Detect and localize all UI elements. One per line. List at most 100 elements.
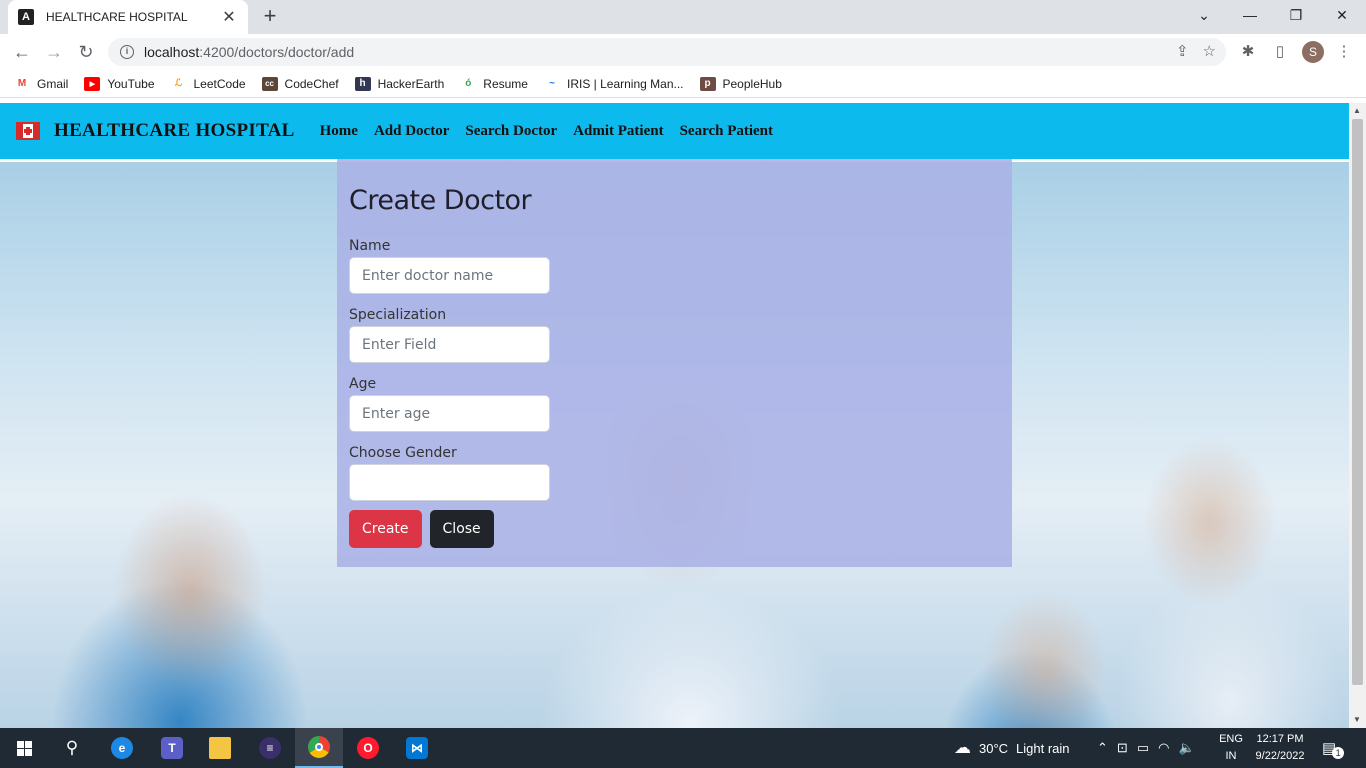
- url-path: :4200/doctors/doctor/add: [199, 44, 355, 60]
- name-label: Name: [349, 238, 391, 254]
- codechef-icon: cc: [261, 76, 278, 91]
- url-host: localhost: [144, 44, 200, 60]
- bookmark-label: Resume: [483, 76, 528, 91]
- bookmark-codechef[interactable]: cc CodeChef: [261, 76, 339, 91]
- close-button[interactable]: Close: [429, 510, 494, 548]
- scroll-thumb[interactable]: [1352, 119, 1363, 685]
- menu-icon[interactable]: ⋮: [1334, 42, 1354, 62]
- browser-tabstrip: A HEALTHCARE HOSPITAL ✕ + ⌄ — ❐ ✕: [0, 0, 1366, 34]
- bookmark-gmail[interactable]: M Gmail: [14, 76, 69, 91]
- cloud-rain-icon: ☁: [954, 738, 971, 757]
- nav-search-patient[interactable]: Search Patient: [680, 123, 773, 140]
- form-title: Create Doctor: [349, 185, 532, 216]
- hackerearth-icon: h: [354, 76, 371, 91]
- bookmark-star-icon[interactable]: ☆: [1203, 42, 1216, 60]
- page-viewport: HEALTHCARE HOSPITAL Home Add Doctor Sear…: [0, 103, 1349, 728]
- taskbar-teams[interactable]: T: [148, 728, 196, 768]
- taskbar-edge[interactable]: e: [98, 728, 146, 768]
- resume-icon: ó: [460, 76, 477, 91]
- taskbar-opera[interactable]: O: [344, 728, 392, 768]
- forward-button[interactable]: →: [42, 40, 66, 64]
- tab-title: HEALTHCARE HOSPITAL: [46, 10, 188, 24]
- nav-admit-patient[interactable]: Admit Patient: [573, 123, 663, 140]
- scroll-up-arrow-icon[interactable]: ▲: [1353, 106, 1361, 115]
- name-input[interactable]: [349, 257, 550, 294]
- nav-add-doctor[interactable]: Add Doctor: [374, 123, 449, 140]
- weather-desc: Light rain: [1016, 740, 1070, 756]
- language-indicator[interactable]: ENG IN: [1216, 731, 1246, 765]
- weather-temp: 30°C: [979, 740, 1009, 756]
- create-button[interactable]: Create: [349, 510, 422, 548]
- extensions-icon[interactable]: ✱: [1238, 42, 1258, 62]
- start-button[interactable]: [0, 728, 48, 768]
- address-bar[interactable]: i localhost:4200/doctors/doctor/add ⇪ ☆: [108, 38, 1226, 66]
- tab-search-icon[interactable]: ⌄: [1181, 0, 1227, 30]
- clock-date: 9/22/2022: [1255, 750, 1305, 762]
- age-label: Age: [349, 376, 377, 392]
- taskbar-chrome[interactable]: [295, 728, 343, 768]
- reload-button[interactable]: ↻: [74, 40, 98, 64]
- bookmark-iris[interactable]: ~ IRIS | Learning Man...: [543, 76, 684, 91]
- back-button[interactable]: ←: [10, 40, 34, 64]
- restore-button[interactable]: ❐: [1273, 0, 1319, 30]
- gender-select[interactable]: [349, 464, 550, 501]
- notification-count: 1: [1332, 747, 1345, 759]
- clock[interactable]: 12:17 PM 9/22/2022: [1250, 731, 1310, 765]
- close-tab-icon[interactable]: ✕: [220, 7, 238, 27]
- meet-now-icon[interactable]: ⊡: [1117, 740, 1128, 756]
- search-button[interactable]: ⚲: [48, 728, 96, 768]
- volume-icon[interactable]: 🔈: [1178, 740, 1194, 756]
- site-info-icon[interactable]: i: [120, 45, 134, 59]
- gmail-icon: M: [14, 76, 30, 91]
- scroll-down-arrow-icon[interactable]: ▼: [1353, 715, 1361, 724]
- window-close-button[interactable]: ✕: [1319, 0, 1365, 30]
- bookmark-resume[interactable]: ó Resume: [460, 76, 528, 91]
- bookmarks-bar: M Gmail ▶ YouTube ℒ LeetCode cc CodeChef…: [0, 70, 1366, 98]
- lang-code: ENG: [1219, 733, 1243, 745]
- youtube-icon: ▶: [84, 76, 101, 91]
- bookmark-label: PeopleHub: [722, 76, 782, 91]
- age-input[interactable]: [349, 395, 550, 432]
- gender-label: Choose Gender: [349, 445, 457, 461]
- teams-icon: T: [161, 737, 183, 759]
- bookmark-label: IRIS | Learning Man...: [566, 76, 684, 91]
- chevron-up-icon[interactable]: ⌃: [1097, 740, 1108, 756]
- windows-taskbar: ⚲ e T ≡ O ⋈ ☁ 30°C Light rain ⌃ ⊡ ▭ ◠ 🔈 …: [0, 728, 1366, 768]
- nav-search-doctor[interactable]: Search Doctor: [465, 123, 557, 140]
- bookmark-label: Gmail: [37, 76, 69, 91]
- profile-avatar[interactable]: S: [1302, 41, 1324, 63]
- brand-name[interactable]: HEALTHCARE HOSPITAL: [54, 120, 295, 142]
- windows-logo-icon: [16, 740, 32, 756]
- weather-widget[interactable]: ☁ 30°C Light rain: [954, 728, 1070, 768]
- taskbar-vscode[interactable]: ⋈: [393, 728, 441, 768]
- eclipse-icon: ≡: [259, 737, 281, 759]
- taskbar-eclipse[interactable]: ≡: [246, 728, 294, 768]
- create-doctor-form: Create Doctor Name Specialization Age Ch…: [337, 159, 1012, 567]
- bookmark-hackerearth[interactable]: h HackerEarth: [354, 76, 445, 91]
- hospital-flag-icon: [16, 122, 40, 140]
- vscode-icon: ⋈: [406, 737, 428, 759]
- bookmark-leetcode[interactable]: ℒ LeetCode: [170, 76, 246, 91]
- bookmark-label: LeetCode: [193, 76, 246, 91]
- folder-icon: [209, 737, 231, 759]
- minimize-button[interactable]: —: [1227, 0, 1273, 30]
- system-tray: ⌃ ⊡ ▭ ◠ 🔈: [1097, 728, 1195, 768]
- taskbar-file-explorer[interactable]: [196, 728, 244, 768]
- bookmark-label: HackerEarth: [377, 76, 445, 91]
- lang-region: IN: [1225, 750, 1237, 762]
- edge-icon: e: [111, 737, 133, 759]
- browser-tab[interactable]: A HEALTHCARE HOSPITAL ✕: [8, 0, 248, 34]
- new-tab-button[interactable]: +: [258, 4, 282, 28]
- side-panel-icon[interactable]: ▯: [1270, 42, 1290, 62]
- nav-home[interactable]: Home: [320, 123, 358, 140]
- bookmark-youtube[interactable]: ▶ YouTube: [84, 76, 155, 91]
- battery-icon[interactable]: ▭: [1137, 740, 1149, 756]
- page-scrollbar[interactable]: ▲ ▼: [1349, 103, 1366, 728]
- share-icon[interactable]: ⇪: [1176, 42, 1189, 60]
- bookmark-peoplehub[interactable]: p PeopleHub: [699, 76, 782, 91]
- notification-center[interactable]: ▤ 1: [1322, 728, 1345, 768]
- wifi-icon[interactable]: ◠: [1158, 740, 1169, 756]
- specialization-input[interactable]: [349, 326, 550, 363]
- peoplehub-icon: p: [699, 76, 716, 91]
- angular-icon: A: [18, 9, 34, 25]
